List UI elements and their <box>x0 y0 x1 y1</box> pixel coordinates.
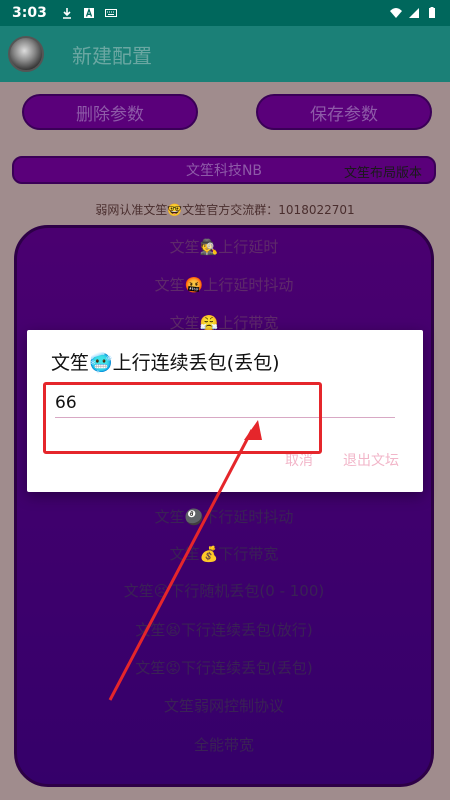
keyboard-icon <box>104 9 117 17</box>
avatar[interactable] <box>8 36 44 72</box>
page-title: 新建配置 <box>72 43 152 68</box>
delete-params-button[interactable]: 删除参数 <box>22 94 198 130</box>
system-icons <box>390 7 438 19</box>
brand-bar-label: 文笙科技NB <box>185 163 263 179</box>
list-item-upload-latency[interactable]: 文笙🕵️上行延时 <box>17 236 431 257</box>
list-item-download-continuous-drop[interactable]: 文笙😡下行连续丢包(丢包) <box>17 657 431 678</box>
group-info-text: 弱网认准文笙🤓文笙官方交流群：1018022701 <box>95 203 355 217</box>
list-item-full-bandwidth[interactable]: 全能带宽 <box>17 734 431 755</box>
list-item-upload-jitter[interactable]: 文笙🤬上行延时抖动 <box>17 274 431 295</box>
status-bar: 3:03 <box>0 0 450 26</box>
status-time: 3:03 <box>12 5 47 21</box>
action-button-row: 删除参数 保存参数 <box>22 94 432 130</box>
list-item-download-continuous-pass[interactable]: 文笙😫下行连续丢包(放行) <box>17 619 431 640</box>
download-icon <box>62 8 71 19</box>
list-item-download-jitter[interactable]: 文笙🎱下行延时抖动 <box>17 506 431 527</box>
wifi-icon <box>390 8 402 18</box>
notification-icons <box>61 7 117 19</box>
list-item-download-random-loss[interactable]: 文笙😣下行随机丢包(0 - 100) <box>17 580 431 601</box>
app-bar: 新建配置 <box>0 26 450 82</box>
list-item-download-bandwidth[interactable]: 文笙💰下行带宽 <box>17 543 431 564</box>
app-a-icon <box>83 7 94 18</box>
brand-bar[interactable]: 文笙科技NB 文笙布局版本 <box>12 156 436 184</box>
signal-icon <box>409 8 419 18</box>
battery-icon <box>429 7 435 18</box>
settings-list: 文笙🕵️上行延时 文笙🤬上行延时抖动 文笙😤上行带宽 文笙🎱下行延时抖动 文笙💰… <box>14 225 434 787</box>
exit-button[interactable]: 退出文坛 <box>343 450 399 470</box>
annotation-highlight-box <box>43 382 322 454</box>
save-params-button[interactable]: 保存参数 <box>256 94 432 130</box>
list-item-protocol[interactable]: 文笙弱网控制协议 <box>17 695 431 716</box>
dialog-title: 文笙🥶上行连续丢包(丢包) <box>51 352 280 374</box>
layout-version-label[interactable]: 文笙布局版本 <box>344 162 422 181</box>
